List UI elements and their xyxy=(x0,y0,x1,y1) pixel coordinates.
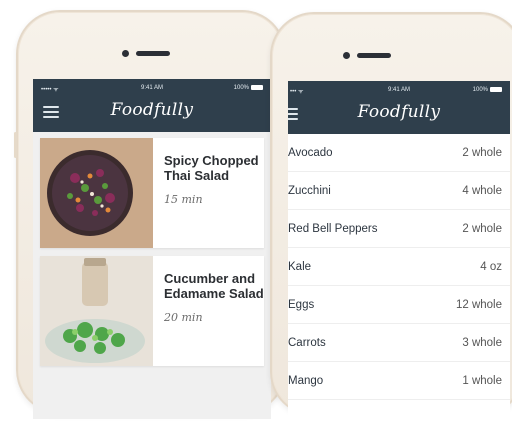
recipe-list: Spicy Chopped Thai Salad 15 min Cucumber… xyxy=(33,132,271,419)
recipe-image xyxy=(40,256,153,366)
app-logo: Foodfully xyxy=(357,102,441,122)
app-header: ••••• ᯤ 9:41 AM 100% Foodfully xyxy=(33,79,271,132)
recipe-image xyxy=(40,138,153,248)
recipe-info: Cucumber and Edamame Salad 20 min xyxy=(153,256,264,366)
front-camera xyxy=(122,50,129,57)
recipe-title: Cucumber and Edamame Salad xyxy=(164,271,264,301)
list-item[interactable]: Avocado 2 whole xyxy=(288,134,510,172)
ingredient-name: Carrots xyxy=(288,336,326,349)
list-item[interactable]: Mango 1 whole xyxy=(288,362,510,400)
ingredient-qty: 2 whole xyxy=(462,146,502,159)
ingredient-name: Eggs xyxy=(288,298,315,311)
ingredient-name: Zucchini xyxy=(288,184,331,197)
right-screen: ••• ᯤ 9:41 AM 100% Foodfully Avocado 2 wh… xyxy=(288,81,510,421)
ingredient-qty: 1 whole xyxy=(462,374,502,387)
battery-icon xyxy=(490,87,502,92)
recipe-card[interactable]: Spicy Chopped Thai Salad 15 min xyxy=(40,138,264,248)
list-item[interactable]: Zucchini 4 whole xyxy=(288,172,510,210)
recipe-time: 15 min xyxy=(164,193,203,206)
ingredient-name: Kale xyxy=(288,260,312,273)
ingredient-name: Avocado xyxy=(288,146,333,159)
recipe-card[interactable]: Cucumber and Edamame Salad 20 min xyxy=(40,256,264,366)
left-phone: ••••• ᯤ 9:41 AM 100% Foodfully Spicy Cho… xyxy=(14,10,286,419)
status-bar: ••• ᯤ 9:41 AM 100% xyxy=(288,87,510,97)
list-item[interactable]: Kale 4 oz xyxy=(288,248,510,286)
left-screen: ••••• ᯤ 9:41 AM 100% Foodfully Spicy Cho… xyxy=(33,79,271,419)
ingredient-qty: 4 oz xyxy=(480,260,502,273)
volume-button xyxy=(14,132,17,158)
front-camera xyxy=(343,52,350,59)
recipe-time: 20 min xyxy=(164,311,203,324)
list-item[interactable]: Eggs 12 whole xyxy=(288,286,510,324)
battery-status: 100% xyxy=(234,85,263,91)
battery-status: 100% xyxy=(473,87,502,93)
list-item[interactable]: Carrots 3 whole xyxy=(288,324,510,362)
right-phone: ••• ᯤ 9:41 AM 100% Foodfully Avocado 2 wh… xyxy=(270,12,512,421)
recipe-info: Spicy Chopped Thai Salad 15 min xyxy=(153,138,264,248)
ingredient-name: Mango xyxy=(288,374,324,387)
earpiece-speaker xyxy=(357,53,391,58)
ingredient-qty: 4 whole xyxy=(462,184,502,197)
app-logo: Foodfully xyxy=(110,100,194,120)
app-header: ••• ᯤ 9:41 AM 100% Foodfully xyxy=(288,81,510,134)
status-bar: ••••• ᯤ 9:41 AM 100% xyxy=(33,85,271,95)
ingredient-list: Avocado 2 whole Zucchini 4 whole Red Bell … xyxy=(288,134,510,400)
list-item[interactable]: Red Bell Peppers 2 whole xyxy=(288,210,510,248)
ingredient-qty: 2 whole xyxy=(462,222,502,235)
ingredient-name: Red Bell Peppers xyxy=(288,222,378,235)
ingredient-qty: 12 whole xyxy=(455,298,502,311)
recipe-title: Spicy Chopped Thai Salad xyxy=(164,153,259,183)
earpiece-speaker xyxy=(136,51,170,56)
ingredient-qty: 3 whole xyxy=(462,336,502,349)
battery-icon xyxy=(251,85,263,90)
